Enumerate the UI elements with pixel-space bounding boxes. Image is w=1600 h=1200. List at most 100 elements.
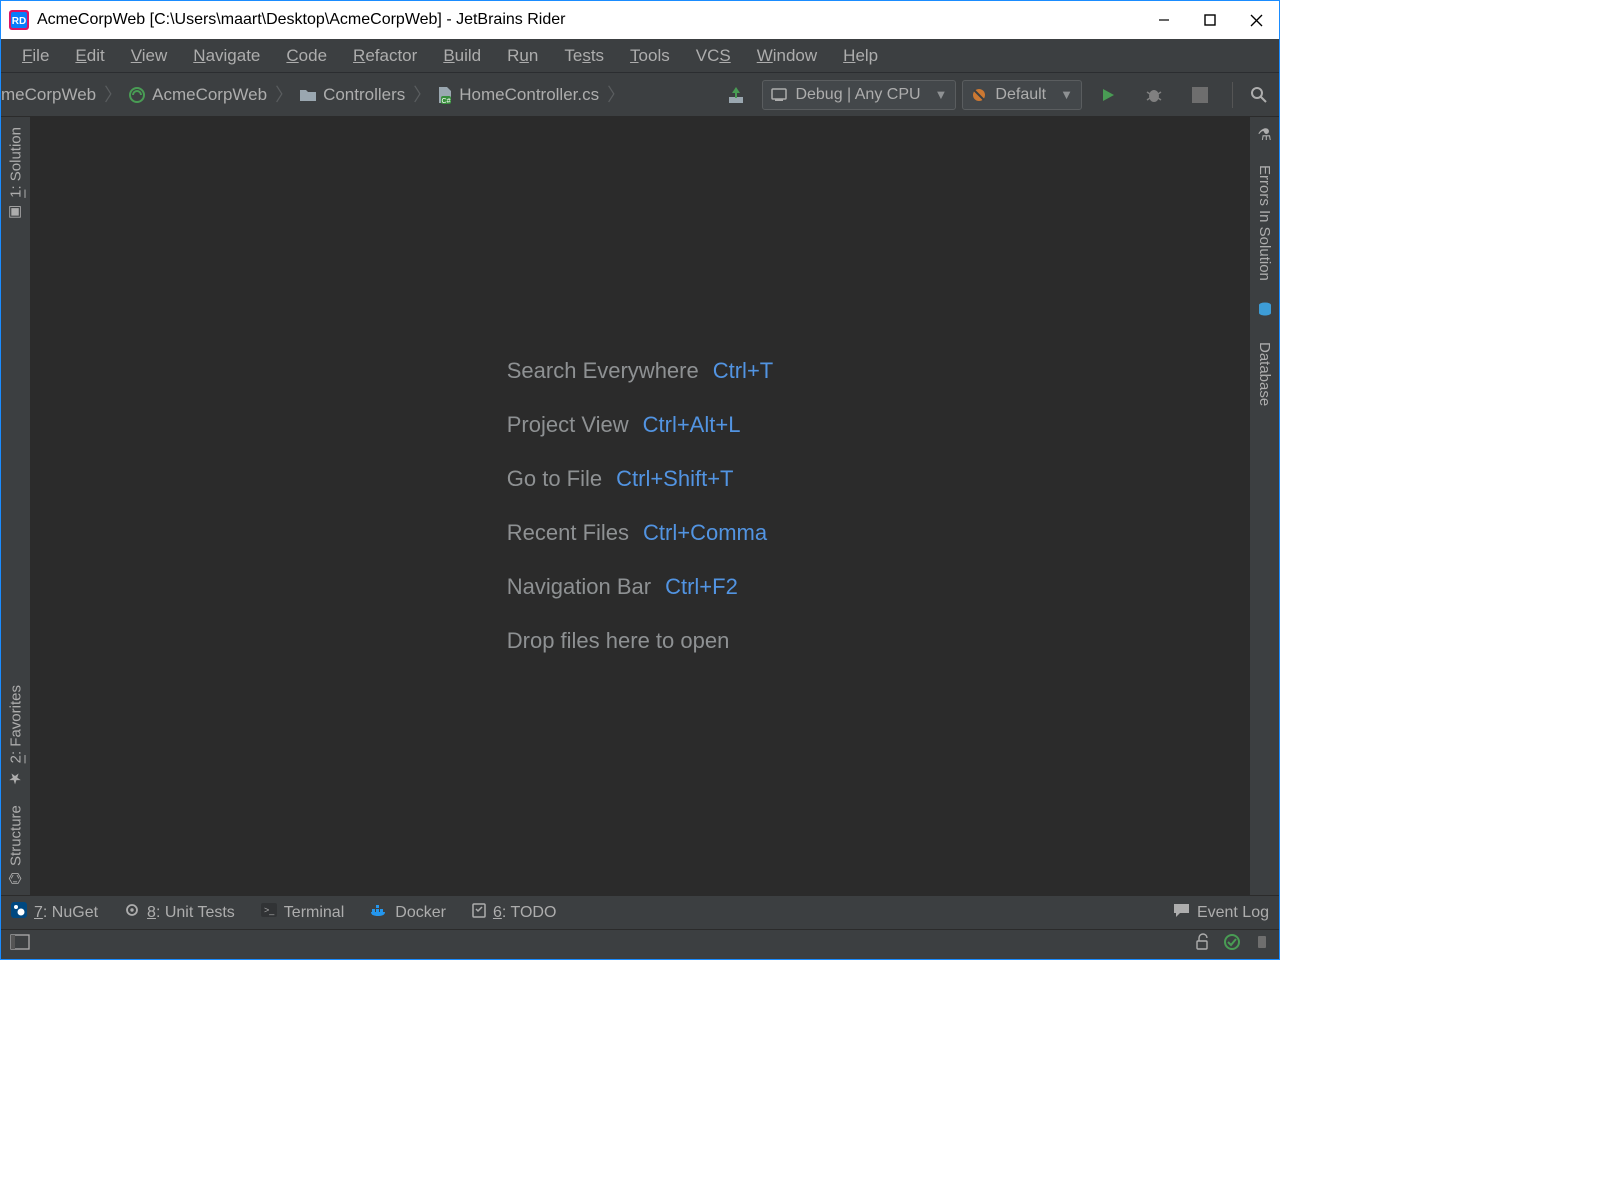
event-log-button[interactable]: Event Log (1173, 903, 1269, 923)
svg-text:C#: C# (442, 98, 451, 105)
target-icon (971, 87, 987, 103)
svg-text:RD: RD (12, 16, 26, 27)
titlebar: RD AcmeCorpWeb [C:\Users\maart\Desktop\A… (1, 1, 1279, 39)
rider-app-icon: RD (9, 10, 29, 30)
build-solution-button[interactable] (719, 78, 753, 112)
target-dropdown[interactable]: Default ▼ (962, 80, 1082, 110)
crumb-root[interactable]: meCorpWeb (1, 85, 102, 105)
speech-bubble-icon (1173, 903, 1190, 923)
briefcase-icon: ▣ (7, 204, 25, 222)
run-button[interactable] (1091, 78, 1125, 112)
menu-refactor[interactable]: Refactor (340, 42, 430, 70)
hint-drop-files: Drop files here to open (507, 628, 773, 654)
hint-project-view: Project ViewCtrl+Alt+L (507, 412, 773, 438)
configuration-dropdown[interactable]: Debug | Any CPU ▼ (762, 80, 956, 110)
separator (1232, 82, 1233, 108)
crumb-label: HomeController.cs (459, 85, 599, 105)
tool-todo[interactable]: 6: TODO (472, 902, 556, 923)
status-bar (1, 929, 1279, 959)
unit-tests-icon (124, 902, 140, 923)
hint-search-everywhere: Search EverywhereCtrl+T (507, 358, 773, 384)
chevron-right-icon: 〉 (411, 86, 433, 104)
todo-icon (472, 902, 486, 923)
breadcrumb: meCorpWeb 〉 AcmeCorpWeb 〉 Controllers 〉 … (1, 73, 716, 116)
csharp-file-icon: C# (437, 86, 453, 104)
crumb-folder[interactable]: Controllers (295, 85, 411, 105)
close-button[interactable] (1233, 1, 1279, 39)
memory-indicator-icon[interactable] (1255, 934, 1269, 955)
star-icon: ★ (7, 769, 25, 787)
run-config-group: Debug | Any CPU ▼ Default ▼ (756, 78, 1226, 112)
tool-docker[interactable]: Docker (370, 903, 446, 922)
bottom-tool-strip: 7: NuGet 8: Unit Tests >_Terminal Docker… (1, 895, 1279, 929)
tool-unit-tests[interactable]: 8: Unit Tests (124, 902, 235, 923)
shortcut-hints: Search EverywhereCtrl+T Project ViewCtrl… (507, 358, 773, 654)
menu-help[interactable]: Help (830, 42, 891, 70)
crumb-project[interactable]: AcmeCorpWeb (124, 85, 273, 105)
chevron-down-icon: ▼ (1060, 87, 1073, 102)
toolbar: meCorpWeb 〉 AcmeCorpWeb 〉 Controllers 〉 … (1, 73, 1279, 117)
chevron-right-icon: 〉 (273, 86, 295, 104)
nuget-icon (11, 902, 27, 923)
app-window: RD AcmeCorpWeb [C:\Users\maart\Desktop\A… (0, 0, 1280, 960)
chevron-down-icon: ▼ (935, 87, 948, 102)
menu-navigate[interactable]: Navigate (180, 42, 273, 70)
menu-edit[interactable]: Edit (62, 42, 117, 70)
terminal-icon: >_ (261, 903, 277, 922)
main-area: ▣1: Solution ★2: Favorites ⌬Structure Se… (1, 117, 1279, 895)
hint-recent-files: Recent FilesCtrl+Comma (507, 520, 773, 546)
search-everywhere-button[interactable] (1242, 78, 1276, 112)
config-icon (771, 87, 787, 103)
solution-icon (128, 86, 146, 104)
crumb-label: meCorpWeb (1, 85, 96, 105)
structure-icon: ⌬ (7, 872, 25, 885)
lock-icon[interactable] (1195, 934, 1209, 955)
minimize-button[interactable] (1141, 1, 1187, 39)
menu-vcs[interactable]: VCS (683, 42, 744, 70)
left-tool-strip: ▣1: Solution ★2: Favorites ⌬Structure (1, 117, 31, 895)
flask-icon: ⚗ (1257, 125, 1271, 145)
hint-go-to-file: Go to FileCtrl+Shift+T (507, 466, 773, 492)
tool-solution[interactable]: ▣1: Solution (7, 123, 25, 226)
chevron-right-icon: 〉 (605, 86, 627, 104)
shortcut: Ctrl+Alt+L (643, 412, 741, 438)
stop-button[interactable] (1183, 78, 1217, 112)
shortcut: Ctrl+F2 (665, 574, 738, 600)
tool-nuget[interactable]: 7: NuGet (11, 902, 98, 923)
tool-database[interactable]: Database (1256, 338, 1273, 410)
tool-structure[interactable]: ⌬Structure (7, 801, 25, 889)
folder-icon (299, 87, 317, 103)
menu-tests[interactable]: Tests (551, 42, 617, 70)
shortcut: Ctrl+T (713, 358, 774, 384)
menu-window[interactable]: Window (744, 42, 830, 70)
menu-run[interactable]: Run (494, 42, 551, 70)
database-icon (1257, 301, 1273, 322)
dropdown-label: Default (995, 86, 1046, 104)
window-controls (1141, 1, 1279, 39)
crumb-label: Controllers (323, 85, 405, 105)
shortcut: Ctrl+Comma (643, 520, 767, 546)
tool-windows-toggle-icon[interactable] (11, 935, 29, 954)
crumb-label: AcmeCorpWeb (152, 85, 267, 105)
menu-file[interactable]: File (9, 42, 62, 70)
debug-button[interactable] (1137, 78, 1171, 112)
inspection-ok-icon[interactable] (1223, 933, 1241, 956)
right-tool-strip: ⚗ Errors In Solution Database (1249, 117, 1279, 895)
hint-nav-bar: Navigation BarCtrl+F2 (507, 574, 773, 600)
maximize-button[interactable] (1187, 1, 1233, 39)
menu-build[interactable]: Build (430, 42, 494, 70)
chevron-right-icon: 〉 (102, 86, 124, 104)
dropdown-label: Debug | Any CPU (795, 86, 920, 104)
crumb-file[interactable]: C# HomeController.cs (433, 85, 605, 105)
menu-code[interactable]: Code (273, 42, 340, 70)
menubar: File Edit View Navigate Code Refactor Bu… (1, 39, 1279, 73)
svg-text:>_: >_ (264, 905, 275, 915)
menu-view[interactable]: View (118, 42, 181, 70)
menu-tools[interactable]: Tools (617, 42, 683, 70)
tool-favorites[interactable]: ★2: Favorites (7, 681, 25, 791)
editor-empty-state[interactable]: Search EverywhereCtrl+T Project ViewCtrl… (31, 117, 1249, 895)
tool-errors[interactable]: Errors In Solution (1256, 161, 1273, 285)
tool-terminal[interactable]: >_Terminal (261, 903, 344, 922)
shortcut: Ctrl+Shift+T (616, 466, 733, 492)
window-title: AcmeCorpWeb [C:\Users\maart\Desktop\Acme… (37, 11, 1141, 29)
